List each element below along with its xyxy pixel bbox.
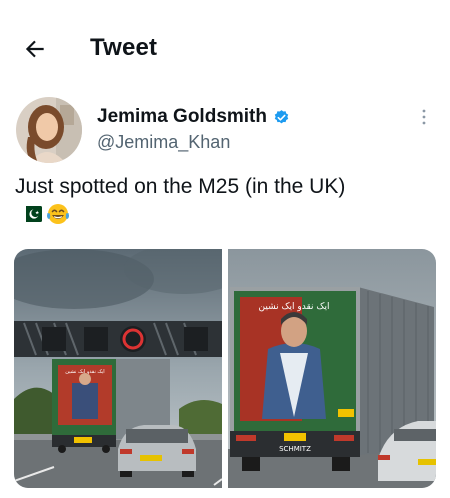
avatar[interactable]: [16, 97, 82, 163]
tears-of-joy-emoji-icon: [47, 204, 69, 224]
photo-right[interactable]: ایک نقدو ایک نشین SCHMITZ: [228, 249, 436, 488]
more-options-icon[interactable]: [418, 108, 430, 126]
back-arrow-icon[interactable]: [22, 36, 48, 62]
author-row: Jemima Goldsmith: [97, 106, 290, 128]
author-handle[interactable]: @Jemima_Khan: [97, 132, 230, 153]
author-name[interactable]: Jemima Goldsmith: [97, 106, 267, 128]
pakistan-flag-icon: [20, 206, 42, 222]
trailer-banner-text-right: ایک نقدو ایک نشین: [259, 302, 330, 312]
tweet-emojis: [20, 203, 70, 225]
tweet-text: Just spotted on the M25 (in the UK): [15, 175, 346, 198]
photo-left[interactable]: ایک نقدو ایک نشین: [14, 249, 222, 488]
tweet-media: ایک نقدو ایک نشین ایک نقدو ایک نشین SCHM…: [14, 249, 436, 488]
verified-badge-icon: [274, 109, 289, 123]
top-bar: Tweet: [0, 0, 450, 96]
trailer-brand-text: SCHMITZ: [279, 445, 311, 453]
page-title: Tweet: [90, 34, 158, 61]
